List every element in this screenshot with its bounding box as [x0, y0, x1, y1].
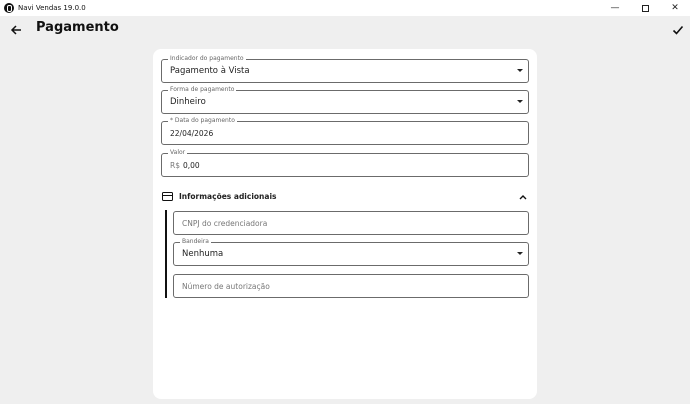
valor-prefix: R$ [170, 161, 180, 170]
indicador-value: Pagamento à Vista [170, 66, 250, 76]
bandeira-select[interactable]: Bandeira Nenhuma [173, 238, 529, 266]
confirm-button[interactable] [670, 22, 686, 38]
maximize-button[interactable] [630, 0, 660, 16]
caret-down-icon [517, 252, 523, 255]
window-title: Navi Vendas 19.0.0 [18, 4, 86, 12]
valor-value: 0,00 [183, 161, 200, 170]
forma-select[interactable]: Forma de pagamento Dinheiro [161, 86, 529, 114]
minimize-icon: — [610, 3, 620, 13]
valor-label: Valor [168, 149, 188, 157]
chevron-up-icon [519, 195, 527, 200]
bandeira-label: Bandeira [180, 238, 211, 246]
arrow-left-icon [10, 25, 21, 35]
indicador-label: Indicador do pagamento [168, 55, 246, 63]
back-button[interactable] [8, 22, 24, 38]
close-button[interactable]: ✕ [660, 0, 690, 16]
credit-card-icon [162, 192, 173, 201]
forma-label: Forma de pagamento [168, 86, 237, 94]
valor-input[interactable]: Valor R$ 0,00 [161, 149, 529, 177]
data-label: * Data do pagamento [168, 117, 237, 125]
autorizacao-input[interactable]: Número de autorização [173, 274, 529, 298]
caret-down-icon [517, 100, 523, 103]
minimize-button[interactable]: — [600, 0, 630, 16]
bandeira-value: Nenhuma [182, 249, 224, 259]
indicador-select[interactable]: Indicador do pagamento Pagamento à Vista [161, 55, 529, 83]
window-titlebar: Navi Vendas 19.0.0 — ✕ [0, 0, 690, 16]
cnpj-input[interactable]: CNPJ do credenciadora [173, 211, 529, 235]
cnpj-placeholder: CNPJ do credenciadora [182, 219, 268, 228]
maximize-icon [641, 4, 649, 12]
caret-down-icon [517, 69, 523, 72]
collapse-button[interactable] [517, 192, 529, 202]
data-value: 22/04/2026 [170, 129, 214, 138]
page-title: Pagamento [36, 20, 119, 35]
app-logo-icon [4, 3, 14, 13]
close-icon: ✕ [671, 3, 679, 13]
autorizacao-placeholder: Número de autorização [182, 282, 270, 291]
check-icon [672, 25, 684, 35]
forma-value: Dinheiro [170, 97, 206, 107]
section-title[interactable]: Informações adicionais [179, 192, 277, 201]
data-input[interactable]: * Data do pagamento 22/04/2026 [161, 117, 529, 145]
section-divider [165, 210, 167, 298]
